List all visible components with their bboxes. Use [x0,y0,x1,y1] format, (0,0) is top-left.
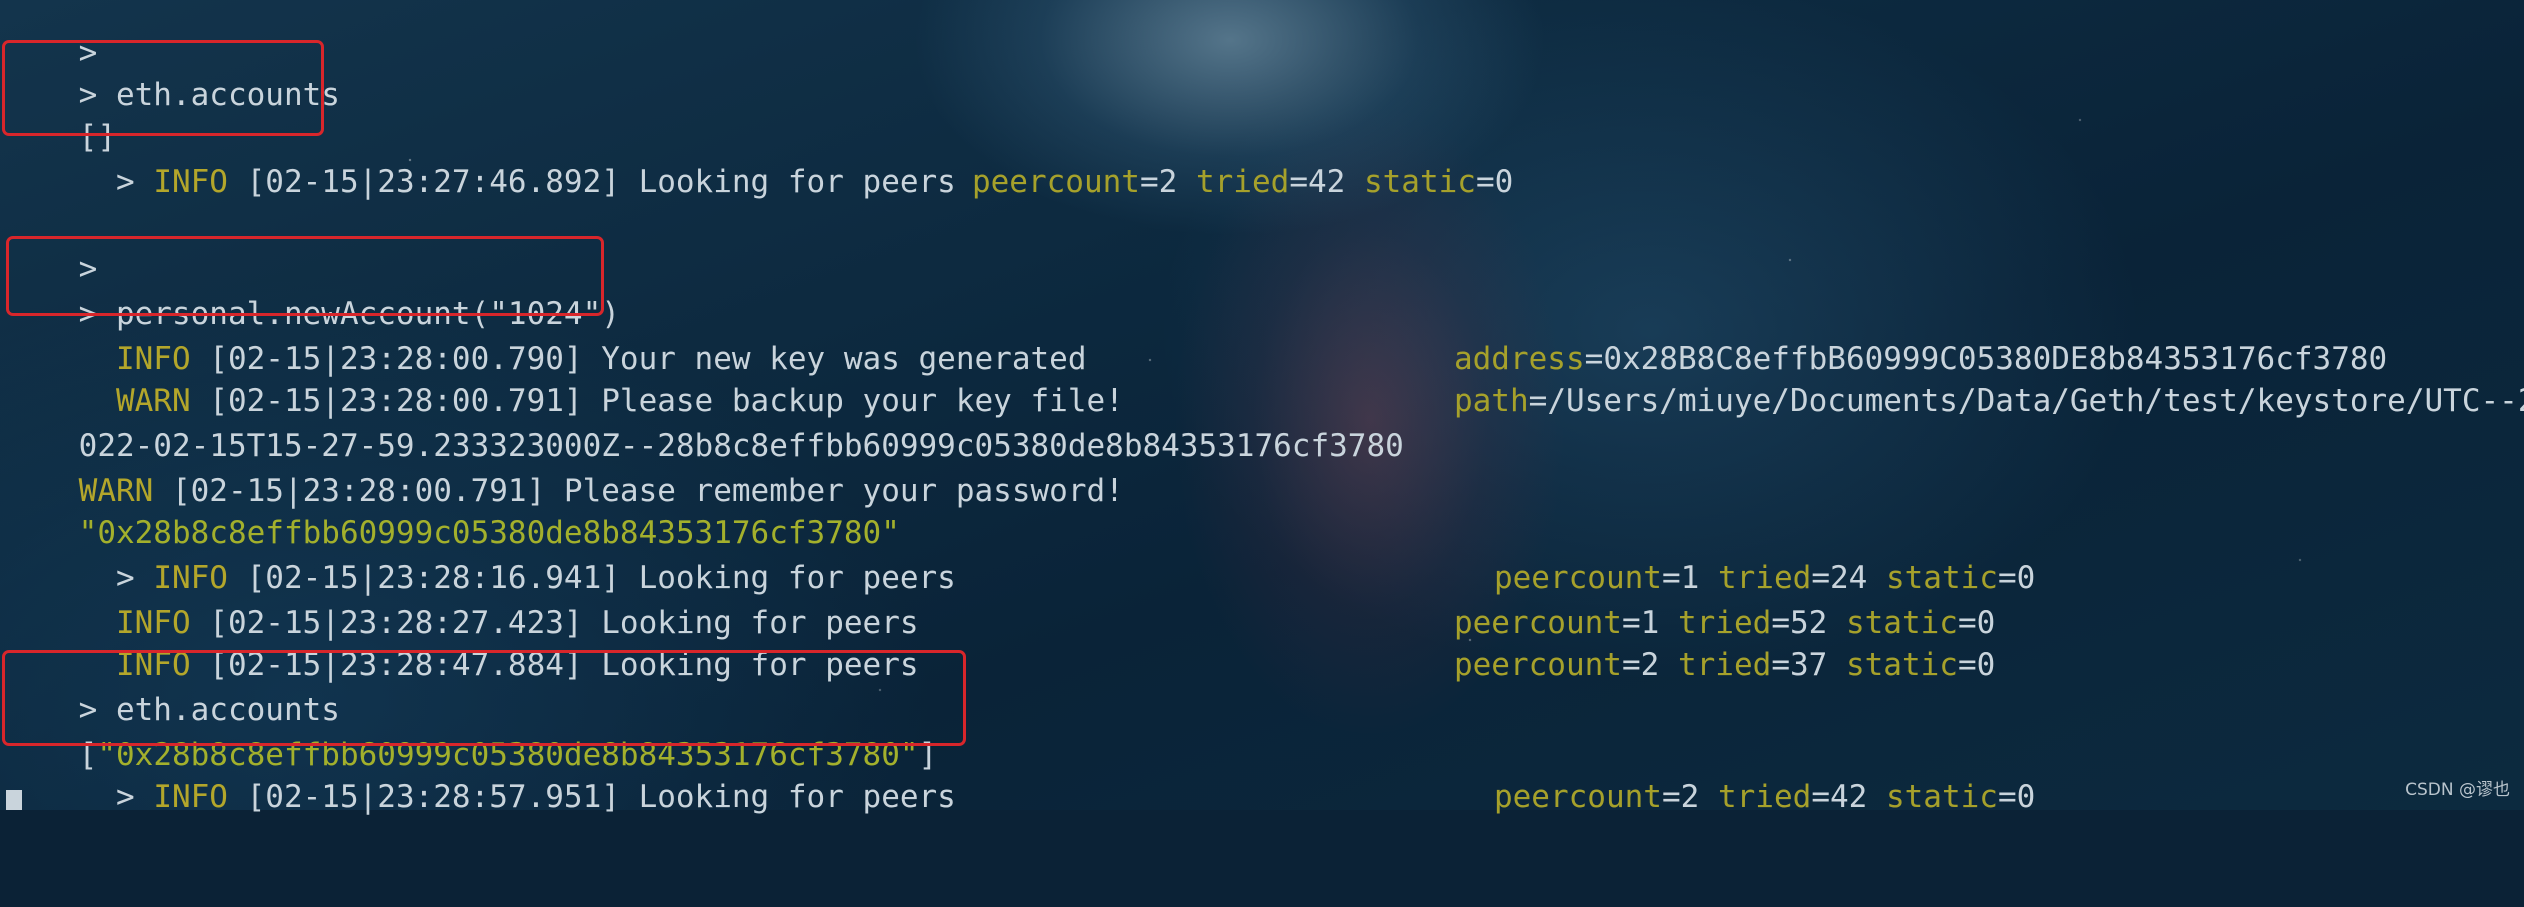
log-key: path [1453,382,1529,419]
log-line: > INFO [02-15|23:27:46.892] Looking for … [115,163,1514,200]
log-key: tried [1677,646,1772,683]
log-key: tried [1195,163,1290,200]
log-key: static [1845,646,1958,683]
log-value: 42 [1307,163,1346,200]
log-key: static [1363,163,1476,200]
log-value: 2 [1158,163,1178,200]
log-line: WARN [02-15|23:28:00.791] Please remembe… [4,425,1124,509]
prompt-line: > [4,0,98,71]
log-line: INFO [02-15|23:28:47.884] Looking for pe… [115,646,1996,683]
log-key: peercount [1453,646,1622,683]
highlight-box-new-account [6,236,604,316]
prompt-marker: > [115,163,154,200]
log-value: /Users/miuye/Documents/Data/Geth/test/ke… [1547,382,2524,419]
log-line: > INFO [02-15|23:28:16.941] Looking for … [115,559,2036,596]
highlight-box-eth-accounts-result [2,650,966,746]
log-value: 37 [1789,646,1828,683]
log-value: 0 [1494,163,1514,200]
log-line-continuation: 022-02-15T15-27-59.233323000Z--28b8c8eff… [4,380,1404,464]
log-line: INFO [02-15|23:28:27.423] Looking for pe… [115,605,1996,642]
terminal-cursor [6,790,22,810]
log-line: WARN [02-15|23:28:00.791] Please backup … [4,335,2524,419]
log-key: peercount [971,163,1140,200]
log-message: [02-15|23:27:46.892] Looking for peers [227,163,956,200]
watermark: CSDN @谬也 [2405,780,2510,800]
log-level: INFO [153,163,228,200]
highlight-box-eth-accounts [2,40,324,136]
output-line-address: "0x28b8c8effbb60999c05380de8b84353176cf3… [4,467,900,551]
log-value: 2 [1640,646,1660,683]
log-value: 0 [1976,646,1996,683]
